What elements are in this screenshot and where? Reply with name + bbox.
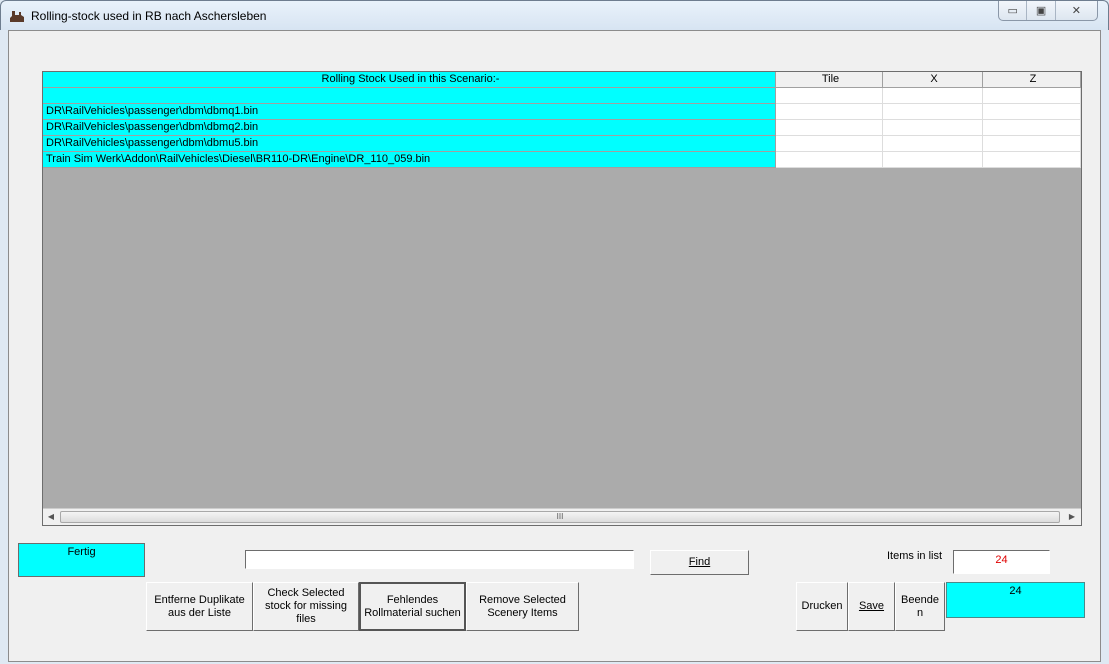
horizontal-scrollbar[interactable]: ◀ III ▶ <box>43 508 1081 525</box>
remove-duplicates-button[interactable]: Entferne Duplikate aus der Liste <box>146 582 253 631</box>
label: Rollmaterial suchen <box>364 606 461 619</box>
stock-path-cell[interactable]: DR\RailVehicles\passenger\dbm\dbmq1.bin <box>43 104 776 120</box>
label: Entferne Duplikate <box>154 593 245 606</box>
tile-cell[interactable] <box>776 88 883 104</box>
z-cell[interactable] <box>983 120 1081 136</box>
x-cell[interactable] <box>883 152 983 168</box>
z-cell[interactable] <box>983 152 1081 168</box>
check-selected-button[interactable]: Check Selected stock for missing files <box>253 582 359 631</box>
label: Fehlendes <box>386 593 439 606</box>
stock-path-cell[interactable] <box>43 88 776 104</box>
label: Save <box>858 600 885 612</box>
close-icon: ✕ <box>1071 5 1082 17</box>
table-row[interactable]: DR\RailVehicles\passenger\dbm\dbmq1.bin <box>43 104 1081 120</box>
tile-cell[interactable] <box>776 152 883 168</box>
find-button[interactable]: Find <box>650 550 749 575</box>
save-button[interactable]: Save <box>848 582 895 631</box>
remove-scenery-button[interactable]: Remove Selected Scenery Items <box>466 582 579 631</box>
header-z[interactable]: Z <box>983 72 1081 88</box>
stock-path-cell[interactable]: Train Sim Werk\Addon\RailVehicles\Diesel… <box>43 152 776 168</box>
secondary-count-box: 24 <box>946 582 1085 618</box>
z-cell[interactable] <box>983 104 1081 120</box>
minimize-icon: ▭ <box>1007 5 1018 17</box>
x-cell[interactable] <box>883 120 983 136</box>
title-bar: Rolling-stock used in RB nach Aschersleb… <box>0 0 1109 30</box>
tile-cell[interactable] <box>776 120 883 136</box>
label: Beende <box>901 593 939 606</box>
stock-path-cell[interactable]: DR\RailVehicles\passenger\dbm\dbmq2.bin <box>43 120 776 136</box>
window-title: Rolling-stock used in RB nach Aschersleb… <box>31 9 267 23</box>
x-cell[interactable] <box>883 88 983 104</box>
z-cell[interactable] <box>983 88 1081 104</box>
minimize-button[interactable]: ▭ <box>999 1 1028 20</box>
table-row[interactable]: Train Sim Werk\Addon\RailVehicles\Diesel… <box>43 152 1081 168</box>
scroll-left-icon[interactable]: ◀ <box>44 511 58 523</box>
header-x[interactable]: X <box>883 72 983 88</box>
label: Scenery Items <box>487 606 558 619</box>
find-label: Find <box>688 556 711 568</box>
rolling-stock-grid[interactable]: Rolling Stock Used in this Scenario:- Ti… <box>42 71 1082 526</box>
table-row[interactable]: DR\RailVehicles\passenger\dbm\dbmq2.bin <box>43 120 1081 136</box>
label: Remove Selected <box>479 593 566 606</box>
exit-button[interactable]: Beende n <box>895 582 945 631</box>
window-controls: ▭ ▣ ✕ <box>998 1 1098 21</box>
table-row[interactable]: DR\RailVehicles\passenger\dbm\dbmu5.bin <box>43 136 1081 152</box>
grid-header: Rolling Stock Used in this Scenario:- Ti… <box>43 72 1081 88</box>
tile-cell[interactable] <box>776 136 883 152</box>
tile-cell[interactable] <box>776 104 883 120</box>
header-tile[interactable]: Tile <box>776 72 883 88</box>
z-cell[interactable] <box>983 136 1081 152</box>
items-in-list-label: Items in list <box>887 550 943 562</box>
table-row[interactable] <box>43 88 1081 104</box>
x-cell[interactable] <box>883 104 983 120</box>
label: stock for missing files <box>265 600 347 625</box>
stock-path-cell[interactable]: DR\RailVehicles\passenger\dbm\dbmu5.bin <box>43 136 776 152</box>
label: n <box>916 606 924 619</box>
find-missing-stock-button[interactable]: Fehlendes Rollmaterial suchen <box>359 582 466 631</box>
status-box: Fertig <box>18 543 145 577</box>
locomotive-icon <box>10 11 24 22</box>
label: Check Selected <box>267 587 345 599</box>
print-button[interactable]: Drucken <box>796 582 848 631</box>
scroll-right-icon[interactable]: ▶ <box>1065 511 1079 523</box>
items-count: 24 <box>953 550 1050 574</box>
scroll-thumb[interactable]: III <box>60 511 1060 523</box>
x-cell[interactable] <box>883 136 983 152</box>
maximize-button[interactable]: ▣ <box>1027 1 1056 20</box>
search-input[interactable] <box>245 550 634 569</box>
maximize-icon: ▣ <box>1035 5 1047 17</box>
label: aus der Liste <box>168 606 231 619</box>
header-rolling-stock[interactable]: Rolling Stock Used in this Scenario:- <box>43 72 776 88</box>
close-button[interactable]: ✕ <box>1056 1 1097 20</box>
